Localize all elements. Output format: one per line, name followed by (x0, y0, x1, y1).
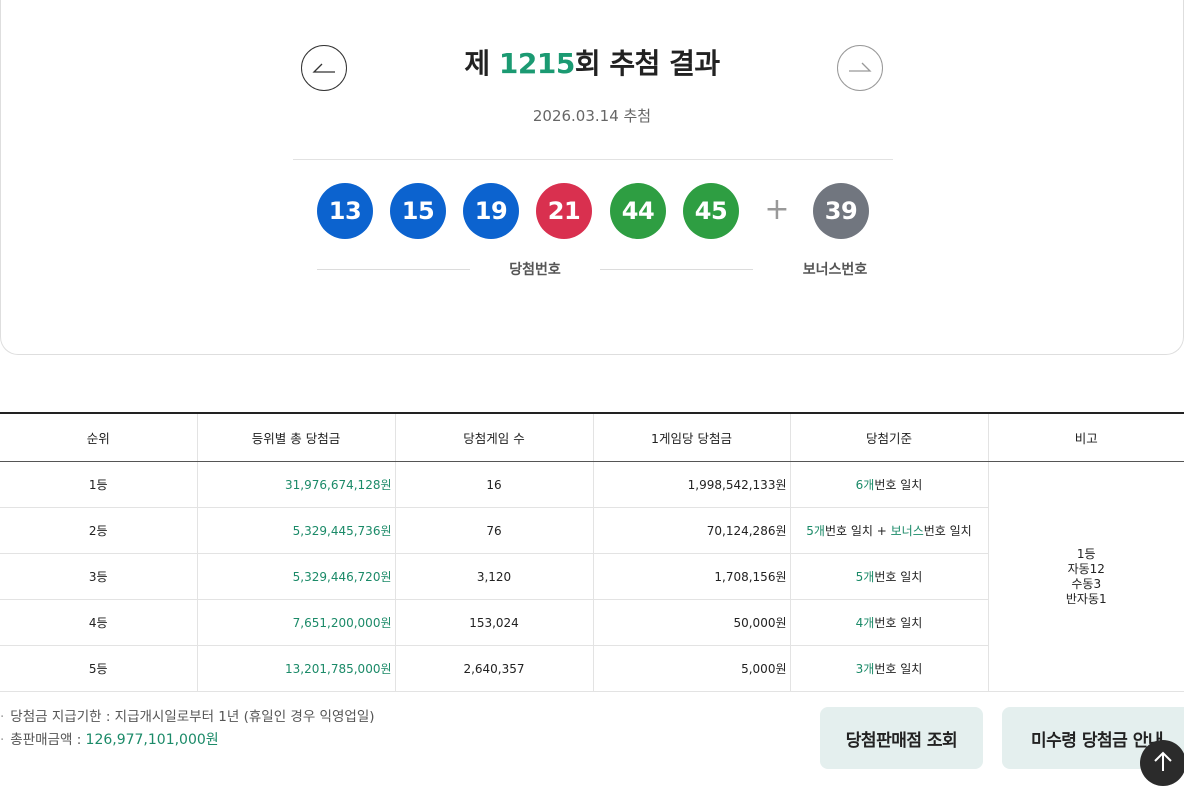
remark-line: 1등 (1076, 546, 1096, 561)
rank-cell: 3등 (0, 553, 197, 600)
column-header: 당첨기준 (789, 412, 988, 462)
winner-count-cell: 16 (394, 461, 593, 508)
bonus-ball: 39 (813, 183, 869, 239)
column-header: 당첨게임 수 (394, 412, 593, 462)
per-game-prize-cell: 1,998,542,133원 (592, 461, 790, 508)
table-header-row: 순위 등위별 총 당첨금 당첨게임 수 1게임당 당첨금 당첨기준 비고 (0, 412, 1184, 462)
table-row: 1등 31,976,674,128원 16 1,998,542,133원 6개번… (0, 461, 1184, 692)
winning-store-lookup-button[interactable]: 당첨판매점 조회 (820, 707, 983, 769)
bonus-number-label: 보너스번호 (802, 262, 868, 278)
remark-line: 자동12 (1067, 561, 1105, 576)
criteria-text: 번호 일치 (874, 478, 923, 492)
criteria-text: 번호 일치 (824, 524, 873, 538)
winning-ball: 15 (390, 183, 446, 239)
caption-line (317, 269, 470, 270)
winner-count-cell: 2,640,357 (394, 645, 593, 692)
criteria-bonus: 보너스 (890, 524, 924, 538)
column-header: 순위 (0, 412, 197, 462)
winning-ball: 44 (610, 183, 666, 239)
rank-cell: 2등 (0, 507, 197, 554)
winning-ball: 21 (536, 183, 592, 239)
payment-deadline-text: 당첨금 지급기한 : 지급개시일로부터 1년 (휴일인 경우 익영업일) (10, 709, 375, 725)
draw-date: 2026.03.14 추첨 (532, 107, 652, 125)
winning-ball: 19 (463, 183, 519, 239)
total-sales-value: 126,977,101,000원 (85, 732, 219, 748)
notes: · 당첨금 지급기한 : 지급개시일로부터 1년 (휴일인 경우 익영업일) · 총… (0, 706, 375, 752)
criteria-count: 5개 (806, 524, 825, 538)
page-title: 제 1215회 추첨 결과 (0, 42, 1184, 82)
winning-ball: 45 (683, 183, 739, 239)
rank-cell: 5등 (0, 645, 197, 692)
title-suffix: 회 추첨 결과 (574, 47, 720, 80)
criteria-count: 6개 (855, 478, 875, 492)
criteria-count: 3개 (855, 662, 875, 676)
criteria-text: 번호 일치 (874, 616, 923, 630)
divider (293, 159, 893, 160)
criteria-count: 4개 (855, 616, 875, 630)
winning-ball: 13 (317, 183, 373, 239)
title-prefix: 제 (464, 47, 499, 80)
winner-count-cell: 76 (394, 507, 593, 554)
criteria-plus: + (872, 524, 891, 538)
total-prize-cell: 5,329,445,736원 (196, 507, 395, 554)
payment-deadline-note: · 당첨금 지급기한 : 지급개시일로부터 1년 (휴일인 경우 익영업일) (0, 706, 375, 729)
rank-cell: 4등 (0, 599, 197, 646)
winning-numbers-label: 당첨번호 (509, 262, 561, 278)
total-sales-note: · 총판매금액 : 126,977,101,000원 (0, 729, 375, 752)
caption-line (600, 269, 753, 270)
column-header: 등위별 총 당첨금 (196, 412, 395, 462)
per-game-prize-cell: 1,708,156원 (592, 553, 790, 600)
arrow-up-icon (1154, 751, 1172, 771)
per-game-prize-cell: 50,000원 (592, 599, 790, 646)
criteria-text: 번호 일치 (923, 524, 972, 538)
remark-cell: 1등 자동12 수동3 반자동1 (987, 461, 1184, 692)
plus-icon: + (764, 192, 790, 227)
column-header: 비고 (987, 412, 1184, 462)
remark-line: 수동3 (1071, 576, 1102, 591)
criteria-count: 5개 (855, 570, 875, 584)
remark-line: 반자동1 (1065, 591, 1107, 606)
criteria-cell: 6개번호 일치 (789, 461, 988, 508)
winner-count-cell: 153,024 (394, 599, 593, 646)
per-game-prize-cell: 5,000원 (592, 645, 790, 692)
scroll-to-top-button[interactable] (1140, 740, 1184, 786)
criteria-cell: 3개번호 일치 (789, 645, 988, 692)
total-sales-label: 총판매금액 : (10, 732, 86, 748)
rank-cell: 1등 (0, 461, 197, 508)
bullet: · (0, 709, 5, 725)
total-prize-cell: 31,976,674,128원 (196, 461, 395, 508)
criteria-text: 번호 일치 (874, 662, 923, 676)
per-game-prize-cell: 70,124,286원 (592, 507, 790, 554)
criteria-cell: 5개번호 일치 + 보너스번호 일치 (789, 507, 988, 554)
total-prize-cell: 7,651,200,000원 (196, 599, 395, 646)
total-prize-cell: 13,201,785,000원 (196, 645, 395, 692)
criteria-cell: 4개번호 일치 (789, 599, 988, 646)
winner-count-cell: 3,120 (394, 553, 593, 600)
round-number: 1215 (498, 47, 575, 80)
total-prize-cell: 5,329,446,720원 (196, 553, 395, 600)
prize-table: 순위 등위별 총 당첨금 당첨게임 수 1게임당 당첨금 당첨기준 비고 1등 … (0, 412, 1184, 692)
criteria-cell: 5개번호 일치 (789, 553, 988, 600)
bullet: · (0, 732, 5, 748)
criteria-text: 번호 일치 (874, 570, 923, 584)
column-header: 1게임당 당첨금 (592, 412, 790, 462)
